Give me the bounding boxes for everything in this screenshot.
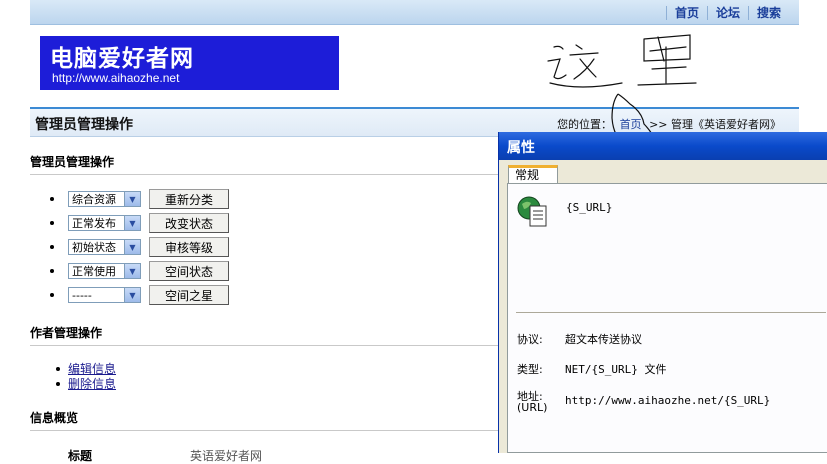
top-bar: 首页 论坛 搜索 [30,0,799,25]
bullet [50,197,54,201]
select-value: ----- [72,288,92,302]
handwritten-annotation-drawing [547,34,697,88]
item-name: {S_URL} [566,201,613,214]
admin-op-row: 初始状态 ▼ 审核等级 [50,237,229,257]
delete-info-link[interactable]: 删除信息 [68,375,116,392]
dialog-panel: {S_URL} 协议: 超文本传送协议 类型: NET/{S_URL} 文件 地… [507,183,827,453]
info-section-heading: 信息概览 [30,409,498,431]
publish-status-select[interactable]: 正常发布 ▼ [68,215,141,231]
dialog-title: 属性 [507,140,535,156]
chevron-down-icon[interactable]: ▼ [124,264,140,278]
review-level-select[interactable]: 初始状态 ▼ [68,239,141,255]
page-title: 管理员管理操作 [35,117,133,133]
select-value: 正常使用 [72,265,116,278]
bullet [56,366,60,371]
admin-section-heading: 管理员管理操作 [30,153,498,175]
protocol-label: 协议: [517,333,543,346]
review-level-button[interactable]: 审核等级 [149,237,229,257]
title-field-value: 英语爱好者网 [190,449,263,463]
dialog-titlebar[interactable]: 属性 [499,132,827,160]
reclassify-button[interactable]: 重新分类 [149,189,229,209]
select-value: 初始状态 [72,241,116,254]
bullet [50,293,54,297]
logo-name: 电脑爱好者网 [50,45,194,72]
bullet [50,221,54,225]
space-star-button[interactable]: 空间之星 [149,285,229,305]
chevron-down-icon[interactable]: ▼ [124,216,140,230]
top-nav: 首页 论坛 搜索 [665,4,789,21]
type-label: 类型: [517,363,543,376]
breadcrumb-path: >> 管理《英语爱好者网》 [649,118,781,131]
admin-op-row: 综合资源 ▼ 重新分类 [50,189,229,209]
web-document-icon [517,196,547,227]
chevron-down-icon[interactable]: ▼ [124,192,140,206]
divider [516,312,826,313]
chevron-down-icon[interactable]: ▼ [124,240,140,254]
space-status-button[interactable]: 空间状态 [149,261,229,281]
breadcrumb: 您的位置： 首页 >> 管理《英语爱好者网》 [557,116,781,132]
resource-type-select[interactable]: 综合资源 ▼ [68,191,141,207]
admin-op-row: 正常发布 ▼ 改变状态 [50,213,229,233]
space-status-select[interactable]: 正常使用 ▼ [68,263,141,279]
protocol-value: 超文本传送协议 [565,333,642,346]
bullet [50,245,54,249]
title-field-label: 标题 [68,449,93,463]
author-section-heading: 作者管理操作 [30,324,498,346]
admin-op-row: 正常使用 ▼ 空间状态 [50,261,229,281]
select-value: 综合资源 [72,193,116,206]
bullet [56,381,60,386]
address-value: http://www.aihaozhe.net/{S_URL} [565,394,771,407]
change-status-button[interactable]: 改变状态 [149,213,229,233]
nav-forum-link[interactable]: 论坛 [708,4,748,21]
nav-search-link[interactable]: 搜索 [749,4,789,21]
logo-url: http://www.aihaozhe.net [52,71,180,85]
admin-op-row: ----- ▼ 空间之星 [50,285,229,305]
select-value: 正常发布 [72,217,116,230]
bullet [50,269,54,273]
properties-dialog: 属性 常规 {S_URL} 协议: 超文本传送协议 类型: NET/{S_URL… [498,132,827,453]
list-item: 编辑信息 [56,361,116,376]
address-label-url: (URL) [517,401,548,414]
chevron-down-icon[interactable]: ▼ [124,288,140,302]
nav-home-link[interactable]: 首页 [667,4,707,21]
space-star-select[interactable]: ----- ▼ [68,287,141,303]
type-value: NET/{S_URL} 文件 [565,363,667,376]
tab-general[interactable]: 常规 [508,165,558,184]
site-logo[interactable]: 电脑爱好者网 http://www.aihaozhe.net [40,36,339,90]
author-links: 编辑信息 删除信息 [56,361,116,391]
list-item: 删除信息 [56,376,116,391]
